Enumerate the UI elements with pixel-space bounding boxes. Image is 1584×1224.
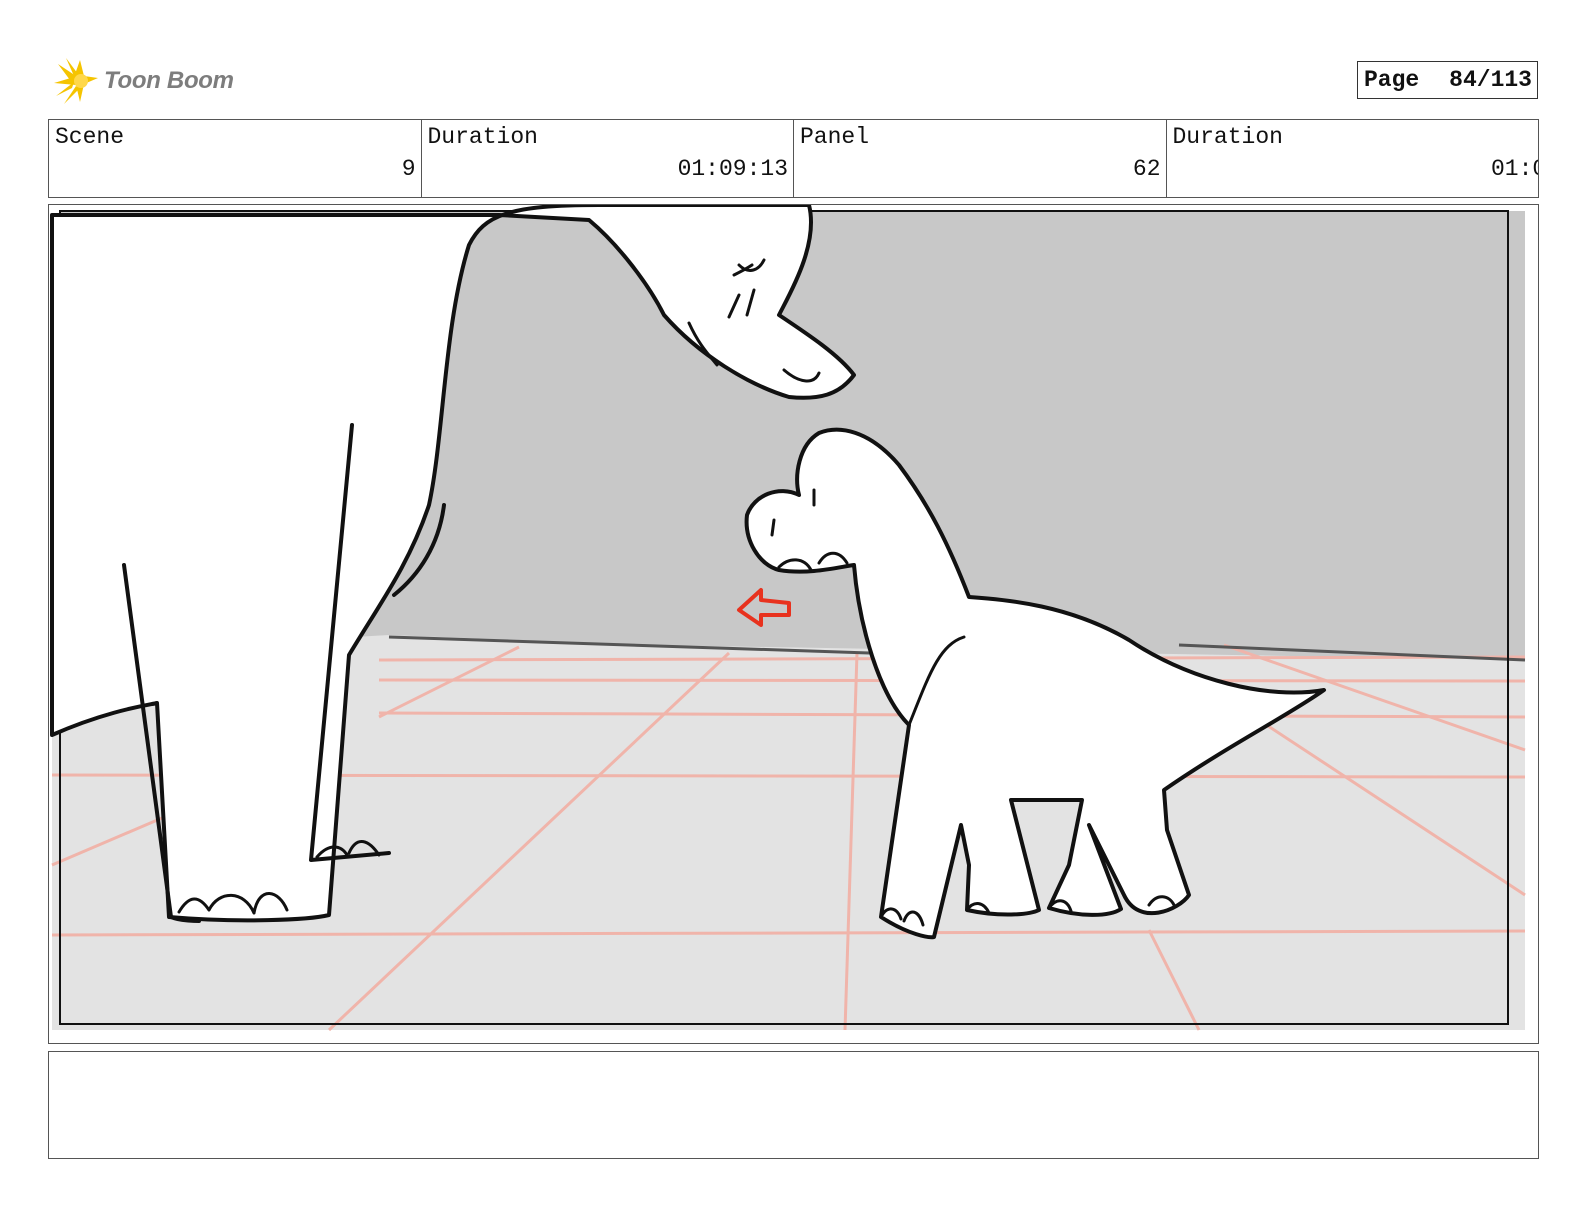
page-number: 84/113	[1449, 67, 1532, 93]
storyboard-panel	[48, 204, 1539, 1044]
page-label: Page	[1364, 67, 1420, 93]
scene-cell: Scene 9	[49, 120, 422, 197]
scene-duration-value: 01:09:13	[677, 156, 788, 182]
starburst-logo-icon	[54, 58, 98, 104]
panel-duration-cell: Duration 01:09	[1167, 120, 1539, 197]
logo-text: Toon Boom	[104, 67, 234, 94]
panel-label: Panel	[800, 124, 870, 150]
scene-value: 9	[401, 156, 416, 182]
panel-value: 62	[1132, 156, 1161, 182]
panel-duration-value: 01:09	[1490, 156, 1538, 182]
panel-duration-label: Duration	[1172, 124, 1283, 150]
page-counter: Page 84/113	[1357, 61, 1538, 99]
toon-boom-logo: Toon Boom	[50, 56, 250, 106]
scene-label: Scene	[55, 124, 125, 150]
scene-duration-label: Duration	[427, 124, 538, 150]
panel-cell: Panel 62	[794, 120, 1167, 197]
panel-drawing	[50, 205, 1526, 1032]
panel-info-table: Scene 9 Duration 01:09:13 Panel 62 Durat…	[48, 119, 1539, 198]
panel-notes[interactable]	[48, 1051, 1539, 1159]
scene-duration-cell: Duration 01:09:13	[422, 120, 794, 197]
